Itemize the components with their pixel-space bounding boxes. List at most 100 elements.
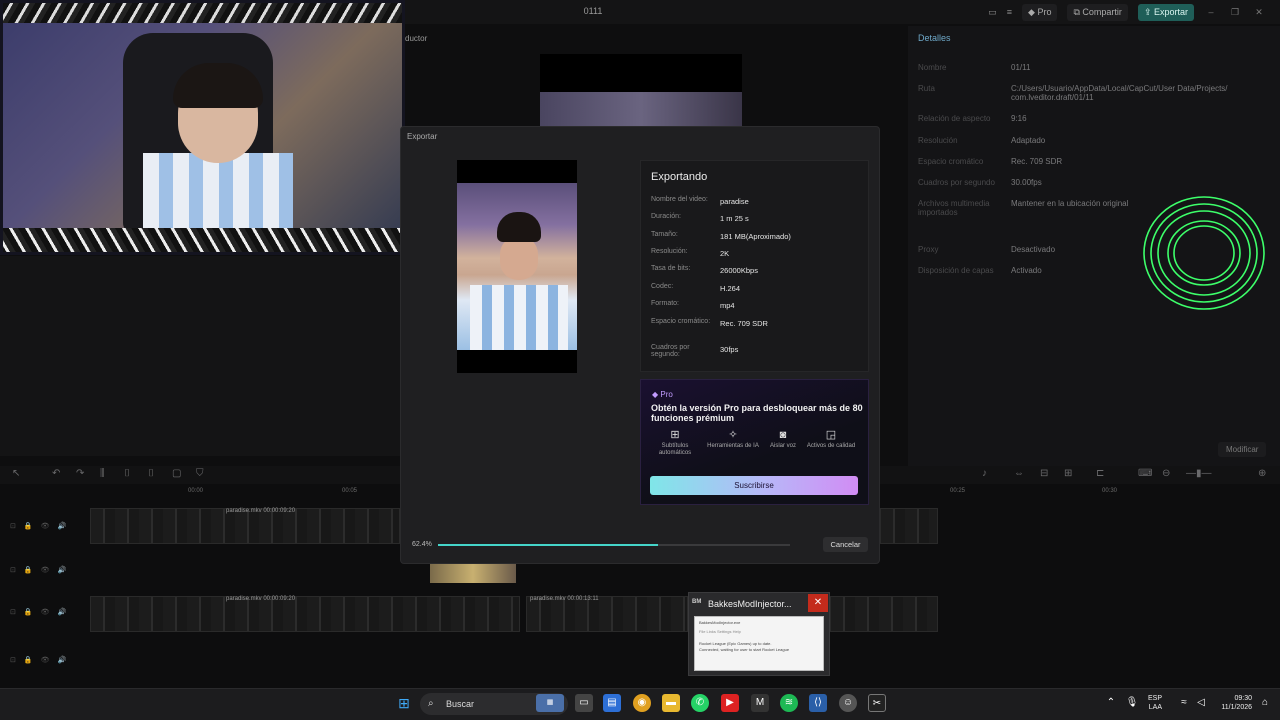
feature-subtitles[interactable]: ⊞ Subtítulos automáticos [649,430,701,457]
export-info-value: 26000Kbps [720,266,758,275]
pro-button[interactable]: ◆ Pro [1022,3,1058,21]
minimize-icon[interactable]: – [1204,7,1218,17]
chrome-icon[interactable]: ◉ [633,694,651,712]
player-label: ductor [405,34,428,43]
details-value: C:/Users/Usuario/AppData/Local/CapCut/Us… [1011,84,1228,102]
subscribe-button[interactable]: Suscribirse [650,476,858,495]
clip-label: paradise.mkv 00:00:13:11 [530,596,599,602]
layout-icon[interactable]: ▭ [988,7,997,18]
video-track-2[interactable] [90,596,520,632]
widget-icon[interactable]: ▦ [536,694,564,712]
mic-icon[interactable]: ♪ [982,468,987,479]
details-value: Adaptado [1011,136,1046,145]
close-icon[interactable]: ✕ [808,594,828,612]
clip-label: paradise.mkv 00:00:09:20 [226,596,296,602]
task-view-icon[interactable]: ▭ [575,694,593,712]
vscode-icon[interactable]: ⟨⟩ [809,694,827,712]
quality-assets-icon: ◲ [825,429,837,441]
details-value: 9:16 [1011,114,1027,123]
close-window-icon[interactable]: ✕ [1252,7,1266,18]
maximize-icon[interactable]: ❐ [1228,7,1242,18]
search-placeholder: Buscar [446,699,475,709]
language-indicator[interactable]: ESP LAA [1148,694,1162,712]
export-info-label: Espacio cromático: [651,318,711,325]
share-button[interactable]: ⧉ Compartir [1067,3,1128,21]
redo-icon[interactable]: ↷ [76,468,84,479]
clock-time: 09:30 [1234,695,1252,702]
export-button[interactable]: ⇪ Exportar [1137,3,1194,21]
export-info-value: paradise [720,197,749,206]
details-label: Nombre [918,63,947,72]
export-info-value: mp4 [720,301,735,310]
list-icon[interactable]: ≡ [1007,7,1012,17]
webcam-overlay [0,0,405,255]
ruler-mark: 00:30 [1102,488,1118,494]
window-title: 0111 [583,6,603,16]
video-track-1-end[interactable] [880,508,938,544]
popup-window-thumbnail[interactable]: BakkesModInjector.exe File Links Setting… [694,616,824,671]
details-label: Cuadros por segundo [918,178,995,187]
microphone-icon[interactable]: 🎙 [1123,694,1141,712]
caption-icon[interactable]: ⌨ [1138,468,1152,479]
feature-label: Aislar voz [769,443,796,449]
popup-title: BakkesModInjector... [708,599,792,609]
zoom-out-icon[interactable]: ⊖ [1162,468,1170,479]
shield-icon[interactable]: ⛉ [196,468,204,479]
video-thumbnail-face [500,236,538,280]
track-controls[interactable]: ⊡🔒👁🔊 [10,608,74,616]
video-track-2c[interactable] [830,596,938,632]
export-info-label: Nombre del video: [651,196,708,203]
details-label: Archivos multimedia importados [918,199,990,217]
snap-icon[interactable]: ⊞ [1064,468,1072,479]
share-label: Compartir [1082,6,1122,17]
split-icon[interactable]: ⫼ [100,468,105,479]
select-icon[interactable]: ↖ [12,468,20,479]
clock-date: 11/1/2026 [1221,704,1252,711]
title-bar-actions: ▭ ≡ ◆ Pro ⧉ Compartir ⇪ Exportar – ❐ ✕ [988,0,1280,24]
capcut-icon[interactable]: ✂ [868,694,886,712]
feature-isolate-voice[interactable]: ◙ Aislar voz [757,430,809,450]
bakkesmod-taskbar-icon[interactable]: M [751,694,769,712]
split-right-icon[interactable]: ⌷ [148,468,154,479]
folder-icon[interactable]: ▬ [662,694,680,712]
track-controls[interactable]: ⊡🔒👁🔊 [10,656,74,664]
youtube-icon[interactable]: ▶ [721,694,739,712]
link-icon[interactable]: ⇔ [1014,468,1024,479]
thumb-menu: File Links Settings Help [699,629,741,634]
feature-ai-tools[interactable]: ✧ Herramientas de IA [707,430,759,450]
windows-start-icon[interactable]: ⊞ [395,694,413,712]
rings-overlay-icon [1143,196,1265,310]
export-info-value: Rec. 709 SDR [720,319,768,328]
zoom-slider[interactable]: —▮— [1186,468,1212,479]
bakkesmod-icon: BM [692,599,702,605]
magnet-icon[interactable]: ⊟ [1040,468,1048,479]
player-preview-frame [540,92,742,126]
clock[interactable]: 09:30 11/1/2026 [1212,694,1252,712]
undo-icon[interactable]: ↶ [52,468,60,479]
tray-chevron-icon[interactable]: ⌃ [1102,694,1120,712]
notification-icon[interactable]: ⌂ [1256,694,1274,712]
image-clip[interactable] [430,563,516,583]
split-left-icon[interactable]: ⌷ [124,468,130,479]
store-icon[interactable]: ▤ [603,694,621,712]
whatsapp-icon[interactable]: ✆ [691,694,709,712]
export-info-value: 1 m 25 s [720,214,749,223]
progress-percent: 62.4% [412,541,432,548]
delete-icon[interactable]: ▢ [172,468,181,479]
cancel-button[interactable]: Cancelar [823,537,868,552]
lang-line-1: ESP [1148,695,1163,702]
ruler-mark: 00:25 [950,488,966,494]
feature-quality-assets[interactable]: ◲ Activos de calidad [805,429,857,450]
preview-axis-icon[interactable]: ⊏ [1096,468,1104,479]
export-info-label: Resolución: [651,248,688,255]
track-controls[interactable]: ⊡🔒👁🔊 [10,566,74,574]
volume-icon[interactable]: ◁ [1192,694,1210,712]
webcam-frame-top [3,3,402,23]
discord-icon[interactable]: ☺ [839,694,857,712]
zoom-in-icon[interactable]: ⊕ [1258,468,1266,479]
modify-button[interactable]: Modificar [1218,442,1267,457]
details-value: Rec. 709 SDR [1011,157,1063,166]
spotify-icon[interactable]: ≋ [780,694,798,712]
wifi-icon[interactable]: ≈ [1175,694,1193,712]
track-controls[interactable]: ⊡🔒👁🔊 [10,522,74,530]
